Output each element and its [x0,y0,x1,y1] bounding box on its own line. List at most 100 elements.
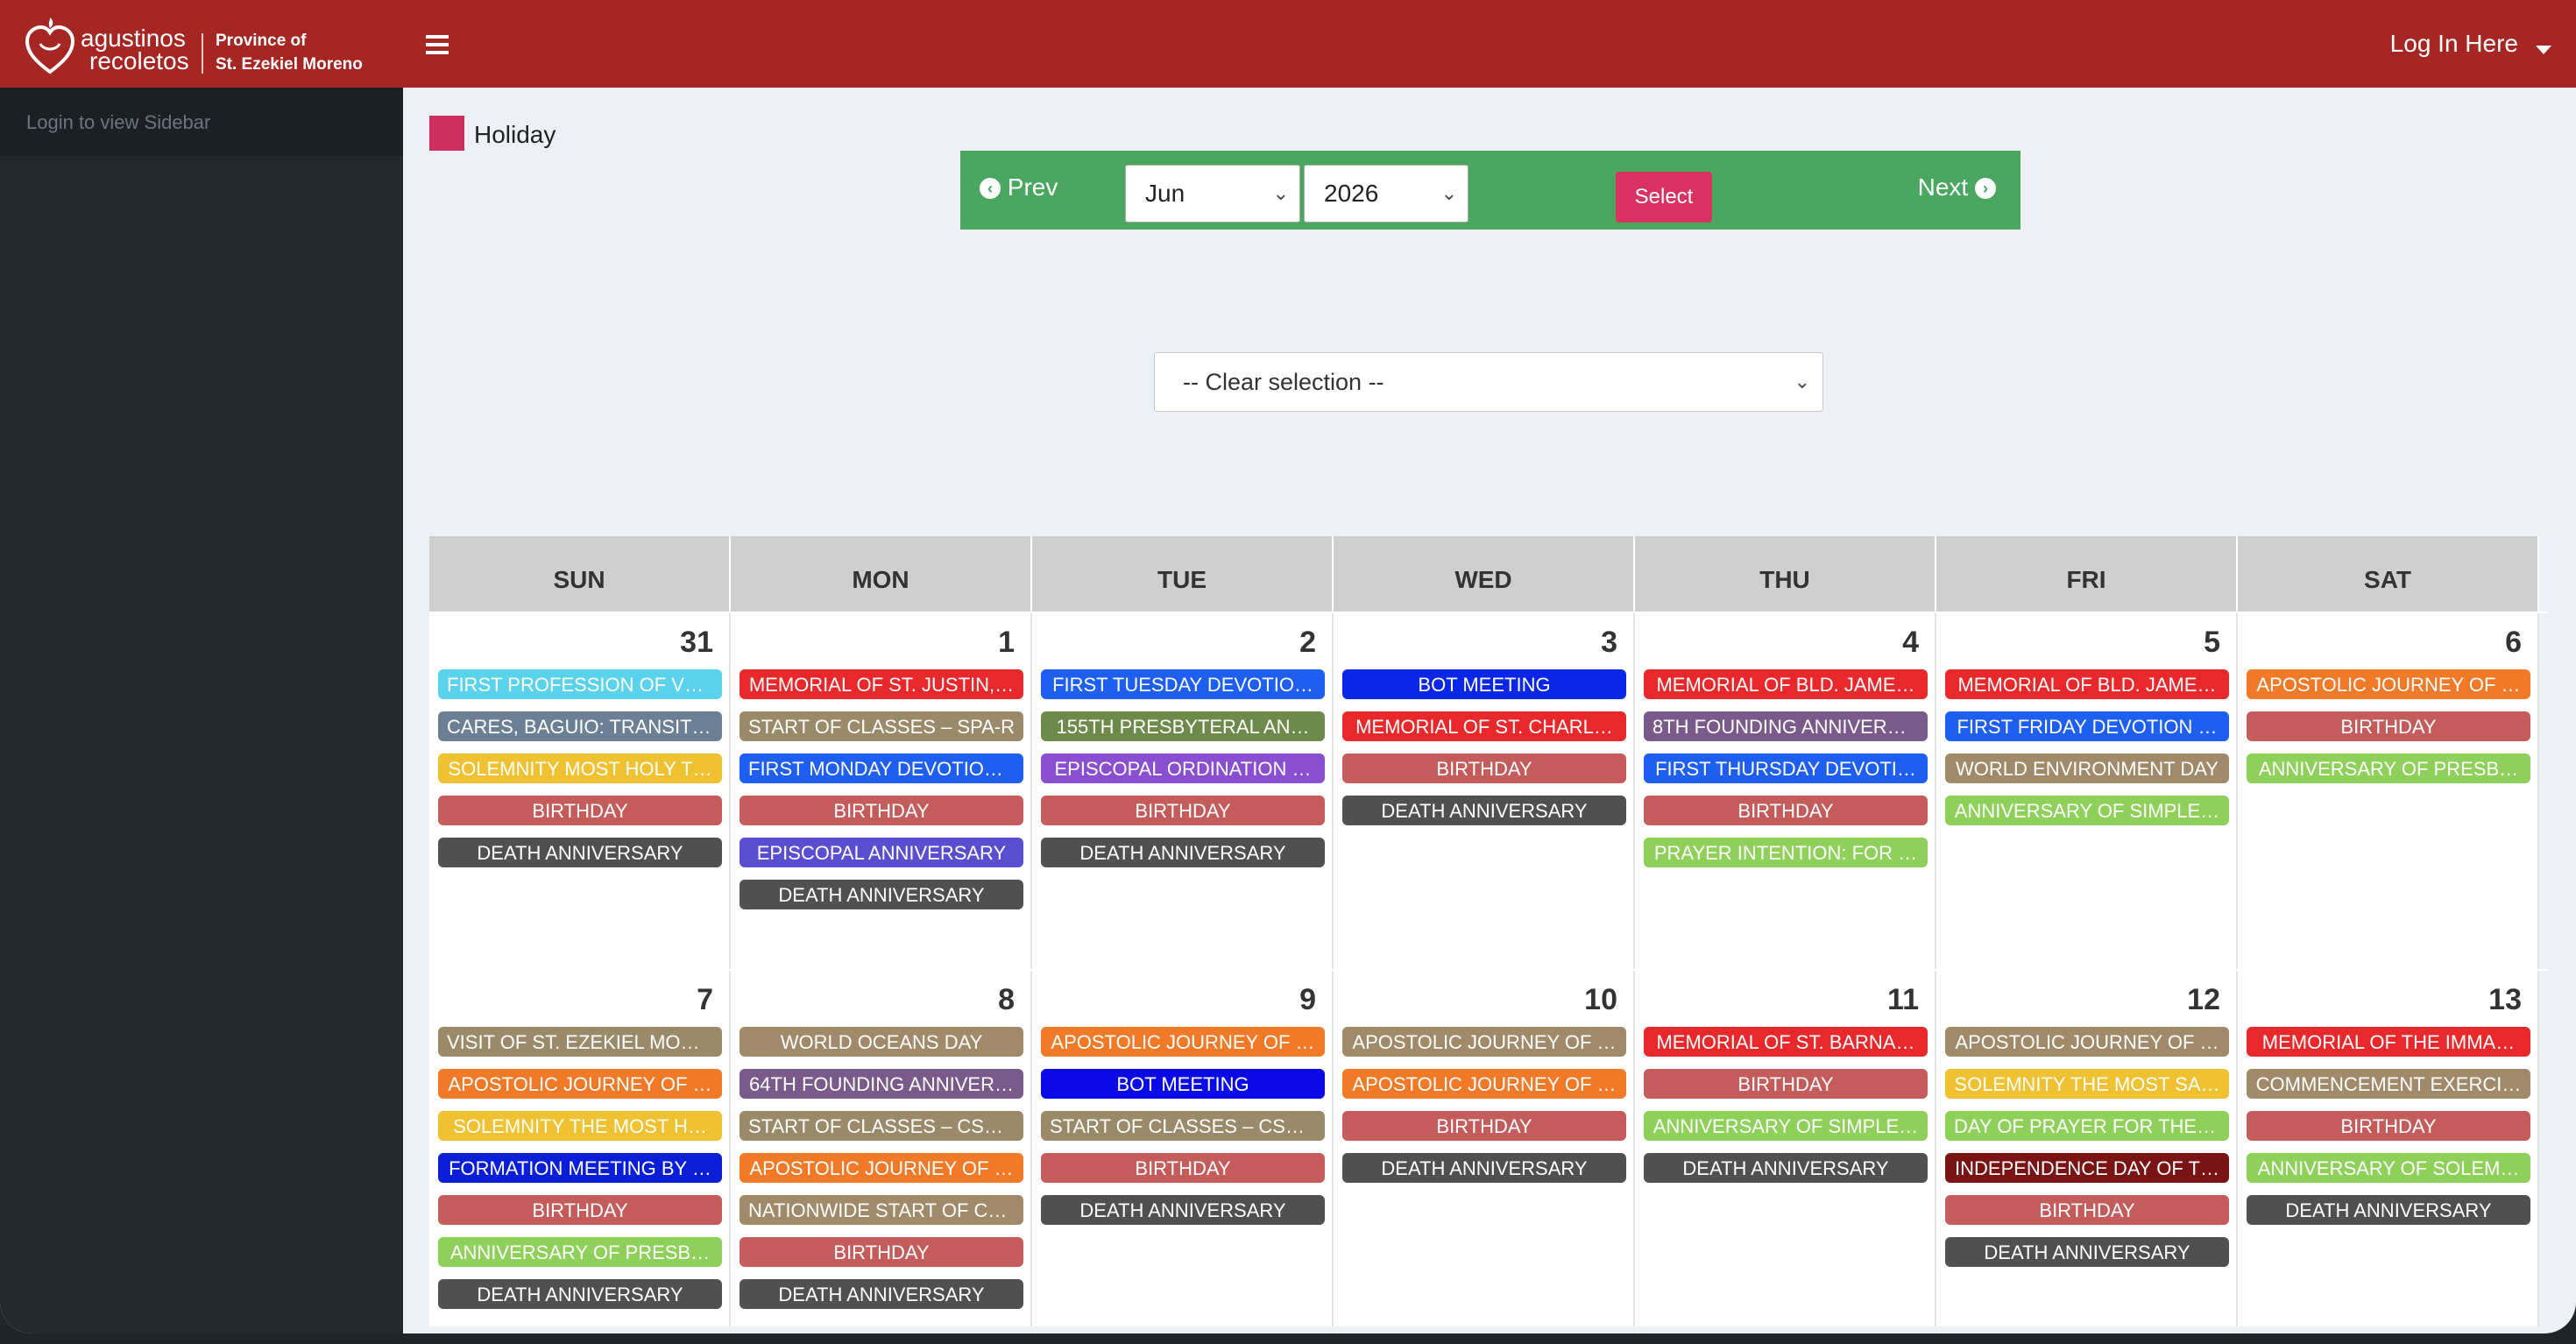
event-list: First Profession of Vo… Cares, Baguio: Tr… [438,669,722,880]
calendar-event[interactable]: Birthday [1342,753,1626,783]
caret-down-icon[interactable] [2536,46,2551,54]
calendar-event[interactable]: Death Anniversary [1644,1153,1928,1183]
calendar-event[interactable]: Cares, Baguio: Transiti… [438,711,722,741]
calendar-event[interactable]: Birthday [1041,796,1325,825]
calendar-event[interactable]: Formation Meeting by … [438,1153,722,1183]
day-cell[interactable]: 8 World Oceans Day 64th Founding Anniver… S… [731,971,1032,1326]
calendar-event[interactable]: First Monday Devotion… [740,753,1023,783]
day-cell[interactable]: 13 Memorial of the Imma… Commencement Exer… [2238,971,2539,1326]
login-link[interactable]: Log In Here [2390,30,2518,58]
menu-toggle-icon[interactable] [426,35,449,54]
calendar-event[interactable]: Death Anniversary [1342,796,1626,825]
calendar-event[interactable]: Birthday [2247,711,2530,741]
calendar-event[interactable]: Independence Day of t… [1945,1153,2229,1183]
calendar-event[interactable]: 64th Founding Anniver… [740,1069,1023,1099]
calendar-event[interactable]: Birthday [1041,1153,1325,1183]
calendar-event[interactable]: Anniversary of Presb… [438,1237,722,1267]
calendar-event[interactable]: Death Anniversary [740,1279,1023,1309]
calendar-event[interactable]: Commencement Exerci… [2247,1069,2530,1099]
category-filter-select[interactable]: -- Clear selection -- ⌄ [1154,352,1823,412]
calendar-event[interactable]: Memorial of Bld. Jame… [1644,669,1928,699]
calendar-event[interactable]: First Tuesday Devotio… [1041,669,1325,699]
next-button[interactable]: Next › [1918,173,1996,202]
calendar-event[interactable]: Death Anniversary [1945,1237,2229,1267]
calendar-event[interactable]: Birthday [438,796,722,825]
app-window: agustinos recoletos Province of St. Ezek… [0,0,2576,1333]
calendar-event[interactable]: Start of Classes – CSP-R [740,1111,1023,1141]
month-select[interactable]: Jun ⌄ [1125,165,1300,223]
calendar-event[interactable]: Memorial of St. Barna… [1644,1027,1928,1057]
day-cell[interactable]: 5 Memorial of Bld. Jame… First Friday Devo… [1936,613,2238,969]
day-cell[interactable]: 2 First Tuesday Devotio… 155th Presbyteral… [1032,613,1334,969]
calendar-event[interactable]: Nationwide Start of Cl… [740,1195,1023,1225]
calendar-event[interactable]: Start of Classes – CSN… [1041,1111,1325,1141]
event-list: Apostolic Journey of … BOT Meeting Start o… [1041,1027,1325,1237]
day-cell[interactable]: 4 Memorial of Bld. Jame… 8th Founding Anni… [1635,613,1936,969]
calendar-event[interactable]: Solemnity The Most Sa… [1945,1069,2229,1099]
year-select[interactable]: 2026 ⌄ [1304,165,1468,223]
calendar-event[interactable]: Apostolic Journey of … [740,1153,1023,1183]
calendar-event[interactable]: Birthday [1644,796,1928,825]
calendar-event[interactable]: Day of Prayer for the … [1945,1111,2229,1141]
calendar-event[interactable]: Memorial of the Imma… [2247,1027,2530,1057]
calendar-event[interactable]: Death Anniversary [1342,1153,1626,1183]
day-cell[interactable]: 6 Apostolic Journey of … Birthday Anniversa… [2238,613,2539,969]
calendar-event[interactable]: Death Anniversary [438,1279,722,1309]
calendar-event[interactable]: Death Anniversary [1041,1195,1325,1225]
calendar-event[interactable]: Visit of St. Ezekiel Mor… [438,1027,722,1057]
calendar-event[interactable]: 155th Presbyteral An… [1041,711,1325,741]
calendar-event[interactable]: Death Anniversary [2247,1195,2530,1225]
calendar-event[interactable]: Memorial of Bld. Jame… [1945,669,2229,699]
day-number: 11 [1887,983,1919,1016]
event-list: Memorial of St. Barna… Birthday Anniversar… [1644,1027,1928,1195]
calendar-event[interactable]: Apostolic Journey of … [1041,1027,1325,1057]
calendar-event[interactable]: Anniversary of Simple… [1644,1111,1928,1141]
calendar-event[interactable]: Apostolic Journey of … [1342,1027,1626,1057]
calendar-event[interactable]: Birthday [438,1195,722,1225]
calendar-event[interactable]: Birthday [2247,1111,2530,1141]
day-cell[interactable]: 11 Memorial of St. Barna… Birthday Annivers… [1635,971,1936,1326]
calendar-event[interactable]: Apostolic Journey of … [438,1069,722,1099]
calendar-event[interactable]: World Environment Day [1945,753,2229,783]
calendar-event[interactable]: BOT Meeting [1342,669,1626,699]
calendar-event[interactable]: Birthday [740,796,1023,825]
day-number: 5 [2204,626,2220,659]
select-button[interactable]: Select [1616,172,1712,223]
calendar-event[interactable]: Prayer Intention: For … [1644,838,1928,867]
calendar-event[interactable]: Anniversary of Solem… [2247,1153,2530,1183]
prev-button[interactable]: ‹ Prev [980,173,1058,202]
calendar-event[interactable]: First Profession of Vo… [438,669,722,699]
calendar-event[interactable]: Solemnity Most Holy T… [438,753,722,783]
calendar-event[interactable]: Episcopal Ordination … [1041,753,1325,783]
calendar-event[interactable]: Memorial of St. Justin,… [740,669,1023,699]
calendar-event[interactable]: Anniversary of Presb… [2247,753,2530,783]
calendar-event[interactable]: Birthday [1342,1111,1626,1141]
calendar-event[interactable]: Apostolic Journey of … [2247,669,2530,699]
calendar-event[interactable]: Episcopal Anniversary [740,838,1023,867]
day-cell[interactable]: 7 Visit of St. Ezekiel Mor… Apostolic Jour… [429,971,731,1326]
day-cell[interactable]: 10 Apostolic Journey of … Apostolic Journe… [1334,971,1635,1326]
calendar-event[interactable]: Apostolic Journey of … [1342,1069,1626,1099]
calendar-event[interactable]: World Oceans Day [740,1027,1023,1057]
calendar-event[interactable]: Solemnity The Most H… [438,1111,722,1141]
day-number: 9 [1299,983,1316,1016]
day-cell[interactable]: 9 Apostolic Journey of … BOT Meeting Start … [1032,971,1334,1326]
day-cell[interactable]: 12 Apostolic Journey of … Solemnity The Mo… [1936,971,2238,1326]
day-cell[interactable]: 31 First Profession of Vo… Cares, Baguio: … [429,613,731,969]
calendar-event[interactable]: Apostolic Journey of … [1945,1027,2229,1057]
calendar-event[interactable]: First Friday Devotion … [1945,711,2229,741]
calendar-event[interactable]: Death Anniversary [1041,838,1325,867]
calendar-event[interactable]: 8th Founding Annivers… [1644,711,1928,741]
calendar-event[interactable]: Anniversary of Simple… [1945,796,2229,825]
calendar-event[interactable]: Death Anniversary [438,838,722,867]
calendar-event[interactable]: Birthday [1644,1069,1928,1099]
calendar-event[interactable]: Memorial of St. Charl… [1342,711,1626,741]
calendar-event[interactable]: Birthday [1945,1195,2229,1225]
day-cell[interactable]: 3 BOT Meeting Memorial of St. Charl… Birthd… [1334,613,1635,969]
calendar-event[interactable]: BOT Meeting [1041,1069,1325,1099]
calendar-event[interactable]: Start of Classes – SPA-R [740,711,1023,741]
calendar-event[interactable]: First Thursday Devoti… [1644,753,1928,783]
calendar-event[interactable]: Death Anniversary [740,880,1023,909]
calendar-event[interactable]: Birthday [740,1237,1023,1267]
day-cell[interactable]: 1 Memorial of St. Justin,… Start of Classe… [731,613,1032,969]
